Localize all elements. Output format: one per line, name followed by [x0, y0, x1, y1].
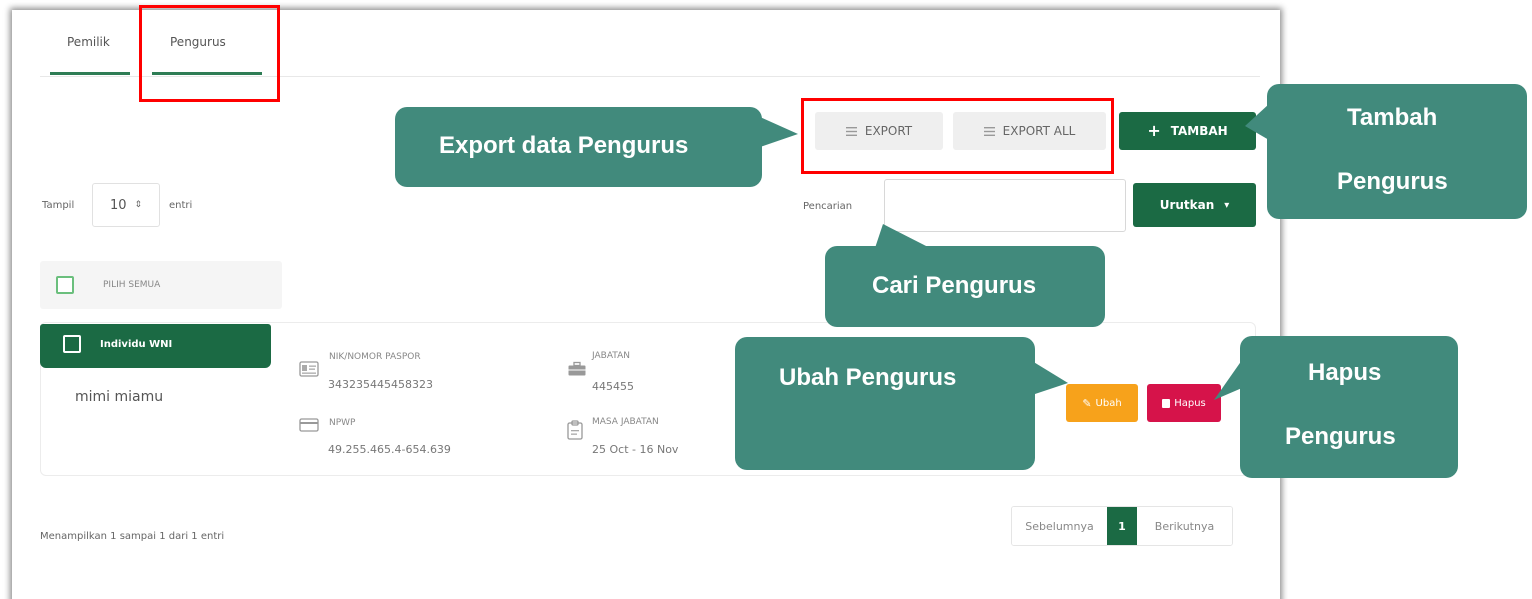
masa-jabatan-value: 25 Oct - 16 Nov: [592, 443, 679, 456]
page-length-value: 10: [109, 197, 127, 213]
hapus-button[interactable]: Hapus: [1147, 384, 1221, 422]
callout-pointer: [1245, 104, 1269, 140]
sort-dropdown-button[interactable]: Urutkan ▾: [1133, 183, 1256, 227]
callout-tambah-line1: Tambah: [1347, 104, 1438, 131]
edit-icon: ✎: [1082, 396, 1092, 410]
id-card-icon: [299, 361, 319, 377]
tab-pemilik[interactable]: Pemilik: [67, 35, 110, 49]
callout-hapus-line2: Pengurus: [1285, 423, 1396, 450]
page-length-select[interactable]: 10 ⇕: [92, 183, 160, 227]
ubah-button-label: Ubah: [1095, 397, 1122, 409]
clipboard-icon: [567, 420, 583, 440]
highlight-box-export: [801, 98, 1114, 174]
sort-button-label: Urutkan: [1159, 198, 1215, 212]
page-1-button[interactable]: 1: [1107, 507, 1137, 545]
caret-down-icon: ▾: [1224, 199, 1230, 211]
select-arrows-icon: ⇕: [134, 200, 143, 210]
previous-page-button[interactable]: Sebelumnya: [1012, 507, 1107, 545]
callout-tambah-line2: Pengurus: [1337, 168, 1448, 195]
select-all-bar: [40, 261, 282, 309]
highlight-box-tab: [139, 5, 280, 102]
select-all-checkbox[interactable]: [56, 276, 74, 294]
npwp-value: 49.255.465.4-654.639: [328, 443, 451, 456]
record-checkbox[interactable]: [63, 335, 81, 353]
pagination-info: Menampilkan 1 sampai 1 dari 1 entri: [40, 531, 225, 542]
npwp-label: NPWP: [329, 418, 356, 428]
trash-icon: [1162, 398, 1171, 408]
person-name: mimi miamu: [75, 389, 164, 405]
callout-export-text: Export data Pengurus: [439, 132, 689, 159]
callout-pointer: [1032, 361, 1068, 395]
callout-hapus-line1: Hapus: [1308, 359, 1382, 386]
entries-label: entri: [169, 200, 193, 211]
show-entries-label: Tampil: [42, 200, 75, 211]
jabatan-value: 445455: [592, 380, 634, 393]
jabatan-label: JABATAN: [592, 351, 630, 361]
select-all-label: PILIH SEMUA: [103, 280, 161, 290]
callout-export: Export data Pengurus: [395, 107, 798, 187]
tambah-button[interactable]: + TAMBAH: [1119, 112, 1256, 150]
type-badge-label: Individu WNI: [100, 339, 173, 350]
callout-ubah: Ubah Pengurus: [735, 337, 1068, 470]
tambah-button-label: TAMBAH: [1170, 124, 1228, 138]
pagination: Sebelumnya 1 Berikutnya: [1011, 506, 1233, 546]
callout-ubah-text: Ubah Pengurus: [779, 364, 957, 391]
callout-cari: Cari Pengurus: [825, 224, 1105, 327]
search-label: Pencarian: [803, 201, 853, 212]
credit-card-icon: [299, 418, 319, 432]
callout-hapus: Hapus Pengurus: [1214, 336, 1458, 478]
callout-pointer: [1214, 360, 1242, 400]
hapus-button-label: Hapus: [1174, 397, 1206, 409]
plus-icon: +: [1147, 121, 1161, 140]
nik-label: NIK/NOMOR PASPOR: [329, 352, 421, 362]
ubah-button[interactable]: ✎ Ubah: [1066, 384, 1138, 422]
callout-pointer: [760, 117, 798, 147]
nik-value: 343235445458323: [328, 378, 433, 391]
next-page-button[interactable]: Berikutnya: [1137, 507, 1232, 545]
tab-pemilik-underline: [50, 72, 130, 75]
masa-jabatan-label: MASA JABATAN: [592, 417, 659, 427]
callout-pointer: [875, 224, 930, 248]
callout-tambah: Tambah Pengurus: [1245, 84, 1527, 219]
callout-cari-text: Cari Pengurus: [872, 272, 1037, 299]
briefcase-icon: [568, 361, 586, 376]
